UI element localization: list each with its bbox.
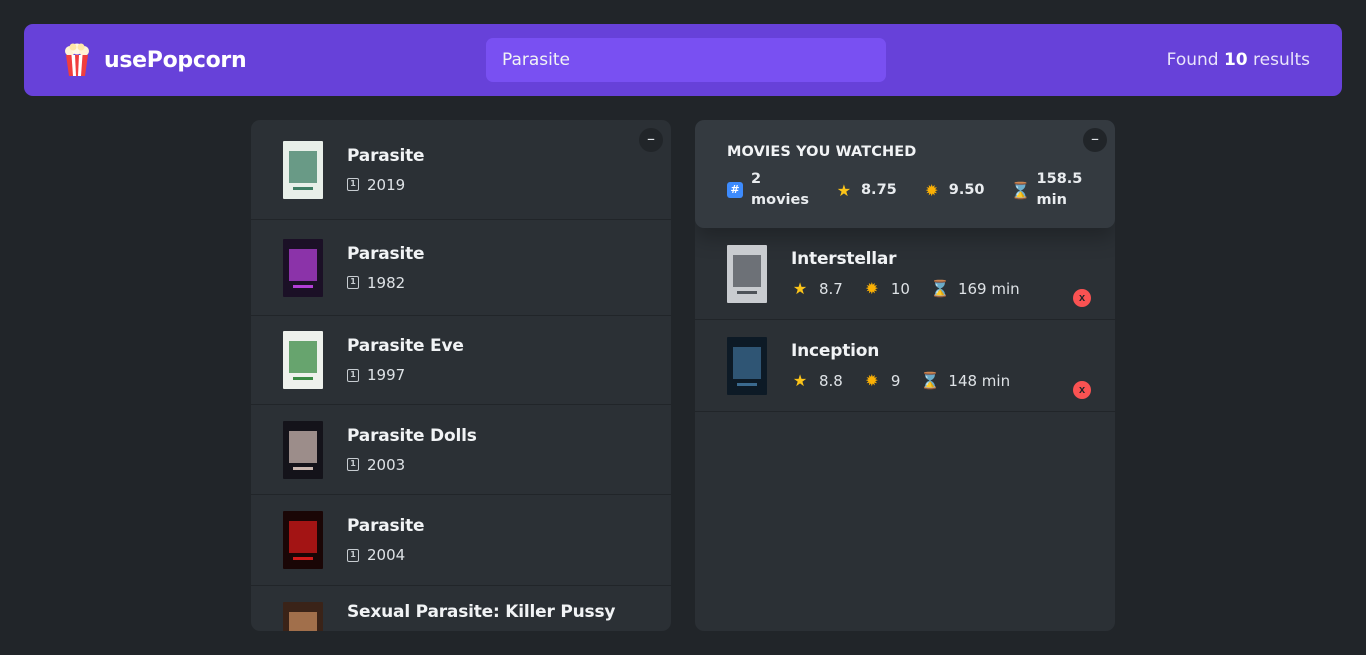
hourglass-icon: ⌛: [929, 279, 950, 298]
watched-movie-item: Inception ★ 8.8 ✹ 9 ⌛ 148 min x: [695, 320, 1115, 412]
watched-list: Interstellar ★ 8.7 ✹ 10 ⌛ 169 min x Incepti…: [695, 228, 1115, 412]
movie-poster: [283, 420, 323, 479]
user-rating: 10: [890, 279, 910, 298]
results-number: 10: [1223, 50, 1248, 70]
star-icon: ★: [792, 279, 808, 298]
search-results-box: – Parasite 1 2019 Parasite 1 1982 Parasi…: [251, 120, 671, 631]
movie-poster: [727, 336, 767, 395]
results-prefix: Found: [1166, 50, 1219, 70]
movie-title: Inception: [791, 341, 880, 361]
delete-watched-button[interactable]: x: [1073, 289, 1091, 307]
movie-year-value: 1982: [367, 273, 406, 292]
movie-list-item[interactable]: Parasite 1 1982: [251, 220, 671, 316]
watched-summary: Movies you watched # 2 movies ★ 8.75 ✹ 9…: [695, 120, 1115, 228]
calendar-icon: 1: [347, 276, 359, 289]
stat-runtime-avg: ⌛ 158.5 min: [1011, 169, 1083, 211]
movie-title: Sexual Parasite: Killer Pussy: [347, 602, 616, 622]
movie-list-item[interactable]: Sexual Parasite: Killer Pussy: [251, 586, 671, 631]
logo: usePopcorn: [62, 43, 342, 77]
user-rating: 9: [890, 371, 901, 390]
delete-watched-button[interactable]: x: [1073, 381, 1091, 399]
movie-count-unit: movies: [751, 192, 809, 208]
movie-year: 1 1997: [347, 366, 464, 384]
stat-movie-count: # 2 movies: [727, 169, 809, 211]
movie-year-value: 1997: [367, 366, 406, 384]
search-input[interactable]: [486, 38, 886, 82]
stat-user-avg: ✹ 9.50: [923, 180, 985, 200]
movie-poster: [283, 511, 323, 569]
movie-list-item[interactable]: Parasite 1 2019: [251, 120, 671, 220]
movie-title: Parasite Eve: [347, 336, 464, 356]
calendar-icon: 1: [347, 178, 359, 191]
movie-year: 1 2003: [347, 456, 477, 474]
movie-count-value: 2: [751, 171, 762, 187]
collapse-results-button[interactable]: –: [639, 128, 663, 152]
runtime: 148 min: [948, 371, 1011, 390]
movie-poster: [283, 140, 323, 199]
user-avg-value: 9.50: [948, 182, 985, 198]
movie-list: Parasite 1 2019 Parasite 1 1982 Parasite…: [251, 120, 671, 631]
runtime: 169 min: [957, 279, 1020, 298]
hourglass-icon: ⌛: [920, 371, 941, 390]
movie-year: 1 2019: [347, 176, 424, 194]
hash-icon: #: [727, 182, 743, 198]
movie-poster: [283, 602, 323, 631]
movie-title: Parasite Dolls: [347, 425, 477, 446]
imdb-avg-value: 8.75: [860, 182, 897, 198]
movie-title: Parasite: [347, 145, 425, 166]
movie-list-item[interactable]: Parasite Eve 1 1997: [251, 316, 671, 405]
movie-title: Parasite: [347, 516, 425, 536]
collapse-watched-button[interactable]: –: [1083, 128, 1107, 152]
summary-title: Movies you watched: [727, 144, 917, 160]
star-icon: ★: [792, 371, 808, 390]
movie-title: Interstellar: [791, 249, 897, 269]
movie-poster: [727, 244, 767, 303]
star-icon: ★: [836, 180, 852, 200]
movie-list-item[interactable]: Parasite Dolls 1 2003: [251, 405, 671, 495]
calendar-icon: 1: [347, 368, 359, 382]
movie-year-value: 2019: [367, 175, 406, 194]
watched-meta: ★ 8.8 ✹ 9 ⌛ 148 min: [791, 371, 1010, 390]
movie-list-item[interactable]: Parasite 1 2004: [251, 495, 671, 586]
sun-icon: ✹: [865, 371, 879, 390]
calendar-icon: 1: [347, 548, 359, 562]
movie-year-value: 2004: [367, 546, 406, 564]
calendar-icon: 1: [347, 458, 359, 471]
results-suffix: results: [1253, 50, 1310, 70]
imdb-rating: 8.8: [819, 371, 843, 390]
runtime-avg-value: 158.5: [1036, 171, 1083, 187]
popcorn-icon: [65, 43, 89, 76]
hourglass-icon: ⌛: [1010, 180, 1031, 200]
sun-icon: ✹: [865, 279, 879, 298]
sun-icon: ✹: [925, 180, 939, 200]
summary-stats: # 2 movies ★ 8.75 ✹ 9.50 ⌛ 158.5 min: [727, 169, 1083, 211]
watched-meta: ★ 8.7 ✹ 10 ⌛ 169 min: [791, 279, 1020, 298]
movie-year: 1 2004: [347, 546, 424, 564]
movie-title: Parasite: [347, 243, 425, 264]
results-count: Found 10 results: [1030, 50, 1310, 70]
stat-imdb-avg: ★ 8.75: [835, 181, 897, 200]
movie-poster: [283, 331, 323, 389]
runtime-avg-unit: min: [1036, 192, 1067, 208]
movie-year: 1 1982: [347, 274, 424, 292]
navbar: usePopcorn Found 10 results: [24, 24, 1342, 96]
watched-movie-item: Interstellar ★ 8.7 ✹ 10 ⌛ 169 min x: [695, 228, 1115, 320]
movie-poster: [283, 238, 323, 297]
app-name: usePopcorn: [104, 47, 247, 73]
watched-box: – Movies you watched # 2 movies ★ 8.75 ✹…: [695, 120, 1115, 631]
movie-year-value: 2003: [367, 455, 406, 474]
imdb-rating: 8.7: [819, 279, 843, 298]
